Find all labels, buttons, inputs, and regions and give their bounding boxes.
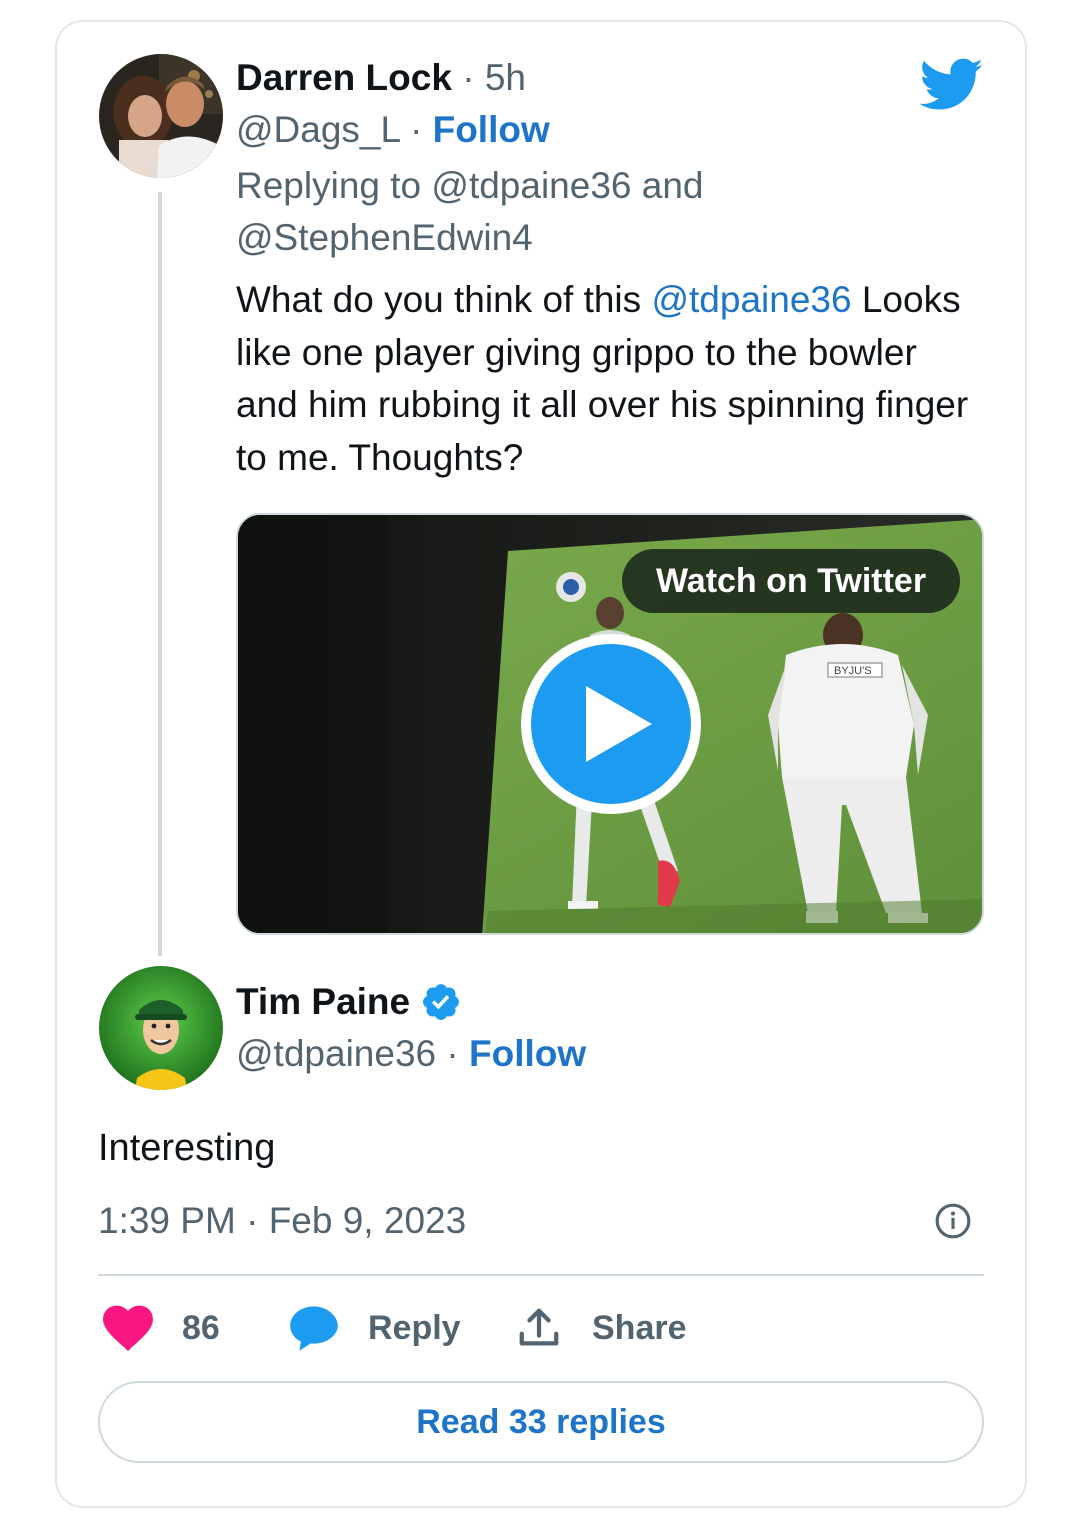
tweet-actions: 86 Reply Share: [98, 1300, 984, 1356]
reply-label: Reply: [368, 1308, 461, 1347]
shirt-sponsor-text: BYJU'S: [834, 665, 872, 677]
follow-button-darren[interactable]: Follow: [433, 109, 550, 150]
parent-text-before-mention: What do you think of this: [236, 279, 642, 320]
reply-handle-row: @tdpaine36 · Follow: [236, 1032, 586, 1076]
watch-on-twitter-button[interactable]: Watch on Twitter: [622, 549, 960, 613]
reply-tweet-text: Interesting: [98, 1127, 276, 1169]
follow-button-tim[interactable]: Follow: [469, 1033, 586, 1074]
play-icon[interactable]: [518, 631, 704, 817]
replying-user-stephenedwin4[interactable]: @StephenEdwin4: [236, 217, 533, 258]
like-button[interactable]: 86: [102, 1300, 220, 1356]
separator-dot: ·: [462, 57, 475, 98]
reply-button[interactable]: Reply: [288, 1300, 461, 1356]
separator-dot: ·: [246, 1200, 259, 1241]
tweet-timestamp[interactable]: 1:39 PM · Feb 9, 2023: [98, 1198, 466, 1244]
verified-badge-icon: [423, 984, 460, 1020]
replying-to-line: Replying to @tdpaine36 and @StephenEdwin…: [236, 160, 956, 264]
reply-author-name[interactable]: Tim Paine: [236, 980, 410, 1024]
tweet-date: Feb 9, 2023: [268, 1200, 467, 1241]
share-upload-icon: [519, 1308, 559, 1346]
replying-and: and: [641, 165, 704, 206]
parent-author-name[interactable]: Darren Lock: [236, 57, 452, 98]
separator-dot: ·: [410, 109, 423, 150]
avatar-tim-paine[interactable]: [99, 966, 223, 1090]
info-icon[interactable]: [934, 1202, 972, 1240]
read-replies-button[interactable]: Read 33 replies: [98, 1381, 984, 1463]
avatar-darren-lock[interactable]: [99, 54, 223, 178]
parent-handle-row: @Dags_L · Follow: [236, 108, 550, 152]
thread-connector-line: [158, 192, 162, 956]
parent-time-ago[interactable]: 5h: [485, 57, 526, 98]
reply-bubble-icon: [290, 1306, 338, 1351]
share-label: Share: [592, 1308, 687, 1347]
replying-user-tdpaine36[interactable]: @tdpaine36: [431, 165, 631, 206]
video-media[interactable]: BYJU'S Watch on Twitter: [236, 513, 984, 935]
replying-prefix: Replying to: [236, 165, 422, 206]
action-divider: [98, 1274, 984, 1276]
tweet-time: 1:39 PM: [98, 1200, 236, 1241]
twitter-bird-icon[interactable]: [920, 58, 984, 112]
like-count: 86: [182, 1308, 220, 1347]
parent-handle[interactable]: @Dags_L: [236, 109, 400, 150]
mention-tdpaine36[interactable]: @tdpaine36: [651, 279, 851, 320]
heart-icon: [103, 1305, 153, 1351]
parent-tweet-header: Darren Lock · 5h: [236, 56, 526, 100]
separator-dot: ·: [446, 1033, 459, 1074]
share-button[interactable]: Share: [516, 1300, 687, 1356]
parent-tweet-text: What do you think of this @tdpaine36 Loo…: [236, 274, 976, 484]
reply-handle[interactable]: @tdpaine36: [236, 1033, 436, 1074]
reply-tweet-header: Tim Paine: [236, 980, 462, 1024]
